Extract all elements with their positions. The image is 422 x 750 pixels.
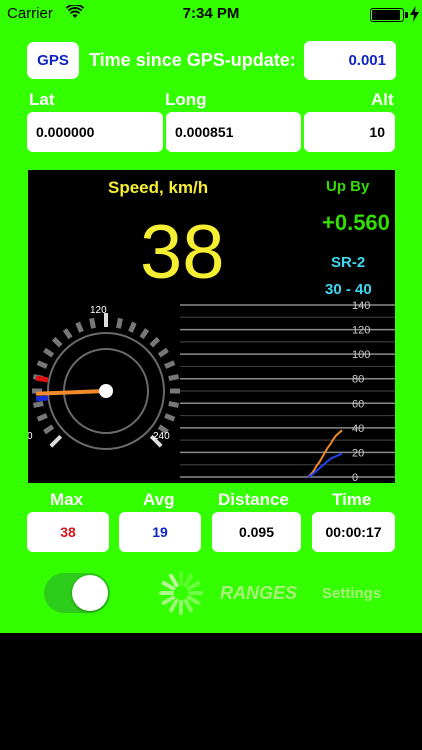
time-value: 00:00:17: [312, 512, 395, 552]
gauge-tick: [36, 360, 48, 369]
gauge-tick: [36, 413, 48, 422]
gauge-tick: [49, 434, 63, 448]
gauge-tick: [128, 321, 137, 333]
gauge-tick: [164, 360, 176, 369]
max-value: 38: [27, 512, 109, 552]
sr-name: SR-2: [331, 254, 366, 271]
spinner-spoke: [169, 573, 179, 588]
spinner-spoke: [161, 581, 176, 591]
long-label: Long: [165, 90, 207, 109]
spinner-spoke: [186, 595, 201, 605]
spinner-spoke: [183, 598, 193, 613]
toggle-knob: [72, 575, 108, 611]
speed-title: Speed, km/h: [108, 178, 209, 197]
gauge-tick: [51, 336, 63, 348]
gauge-tick: [116, 317, 123, 329]
avg-value: 19: [119, 512, 201, 552]
tracking-toggle[interactable]: [44, 573, 110, 613]
chart-y-tick-label: 80: [352, 374, 364, 386]
gauge-tick: [75, 321, 84, 333]
long-field: 0.000851: [166, 112, 301, 152]
gauge-tick: [62, 328, 73, 340]
battery-cap: [405, 12, 408, 18]
gauge-range-marker-blue: [35, 395, 49, 402]
battery-icon: [370, 8, 404, 22]
spinner-spoke: [186, 581, 201, 591]
chart-y-tick-label: 60: [352, 398, 364, 410]
gauge-tick: [43, 424, 55, 435]
settings-button[interactable]: Settings: [322, 585, 381, 602]
loading-spinner-icon: [159, 571, 203, 615]
alt-label: Alt: [371, 90, 394, 109]
lat-field: 0.000000: [27, 112, 163, 152]
speed-panel: Speed, km/h 38 Up By +0.560 SR-2 30 - 40…: [28, 170, 395, 483]
chart-y-tick-label: 20: [352, 447, 364, 459]
app-screen: Carrier 7:34 PM GPS Time since GPS-updat…: [0, 0, 422, 633]
gauge-tick: [43, 347, 55, 358]
chart-series-line-1: [307, 452, 343, 478]
time-label: Time: [332, 490, 372, 509]
max-label: Max: [50, 490, 84, 509]
gps-time-label: Time since GPS-update:: [89, 50, 296, 70]
alt-field: 10: [304, 112, 395, 152]
gauge-tick: [32, 401, 44, 408]
ranges-button[interactable]: RANGES: [220, 583, 297, 604]
gauge-tick: [89, 317, 96, 329]
gps-button[interactable]: GPS: [27, 42, 79, 79]
gauge-tick: [168, 401, 180, 408]
gauge-label-120: 120: [90, 305, 107, 316]
spinner-spoke: [169, 598, 179, 613]
gauge-label-240: 240: [153, 431, 170, 442]
avg-label: Avg: [143, 490, 175, 509]
upby-label: Up By: [326, 178, 370, 195]
gauge-label-0: 0: [28, 431, 33, 442]
spinner-spoke: [161, 595, 176, 605]
speed-history-chart: 0 20 40 60 80 100 120 140: [180, 300, 395, 483]
gauge-range-marker-red: [35, 375, 49, 383]
speed-value: 38: [140, 210, 225, 295]
speedometer-gauge: 0 120 240: [28, 305, 180, 450]
chart-y-tick-label: 120: [352, 325, 370, 337]
gauge-tick: [157, 347, 169, 358]
gauge-hub: [99, 384, 113, 398]
gauge-tick: [168, 374, 180, 381]
chart-y-tick-label: 0: [352, 472, 358, 483]
gps-time-value: 0.001: [304, 41, 396, 80]
status-bar: Carrier 7:34 PM: [0, 0, 422, 28]
gauge-needle: [35, 389, 107, 396]
chart-series-line-0: [307, 429, 343, 478]
gauge-tick: [149, 336, 161, 348]
chart-y-tick-label: 140: [352, 300, 370, 312]
spinner-spoke: [183, 573, 193, 588]
charging-bolt-icon: [410, 6, 419, 22]
lat-label: Lat: [29, 90, 55, 109]
distance-value: 0.095: [212, 512, 301, 552]
clock: 7:34 PM: [182, 5, 240, 22]
chart-y-tick-label: 40: [352, 423, 364, 435]
gauge-tick: [164, 413, 176, 422]
gauge-tick: [139, 328, 150, 340]
chart-y-tick-label: 100: [352, 349, 370, 361]
distance-label: Distance: [218, 490, 289, 509]
upby-value: +0.560: [322, 210, 390, 235]
